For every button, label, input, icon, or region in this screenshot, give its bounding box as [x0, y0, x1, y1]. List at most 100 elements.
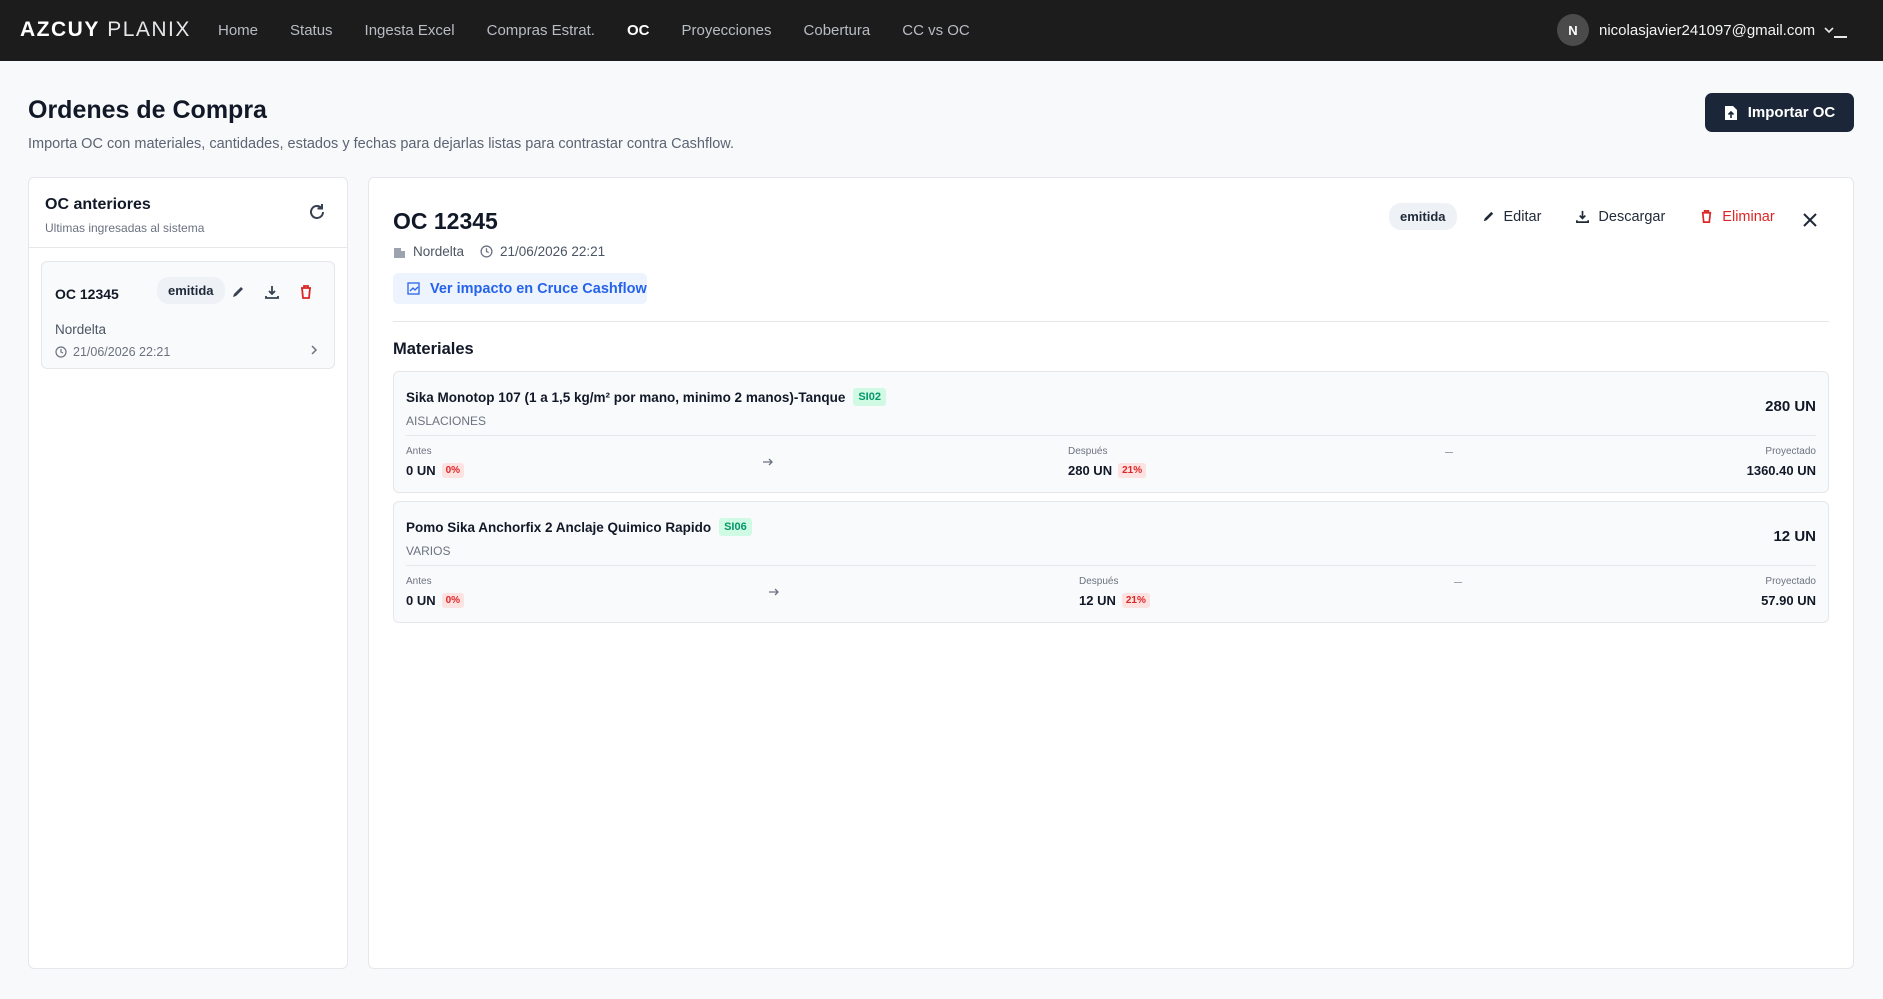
- after-value: 280 UN: [1068, 463, 1113, 478]
- download-icon: [1576, 210, 1590, 223]
- material-card: Pomo Sika Anchorfix 2 Anclaje Quimico Ra…: [393, 501, 1829, 623]
- nav-ingesta-excel[interactable]: Ingesta Excel: [365, 22, 455, 39]
- before-pct-badge: 0%: [441, 463, 465, 478]
- oc-list-item[interactable]: OC 12345 emitida Nordelta 21/06/2026 22:…: [41, 261, 335, 369]
- nav-home[interactable]: Home: [218, 22, 258, 39]
- before-column: Antes 0 UN 0%: [406, 576, 465, 608]
- app-logo[interactable]: AZCUY PLANIX: [20, 18, 191, 42]
- after-label: Después: [1079, 576, 1119, 587]
- clock-icon: [55, 346, 67, 358]
- before-pct-badge: 0%: [441, 593, 465, 608]
- oc-number: OC 12345: [55, 286, 119, 302]
- trash-icon[interactable]: [298, 284, 314, 300]
- projected-label: Proyectado: [1765, 446, 1816, 457]
- nav-oc[interactable]: OC: [627, 22, 650, 39]
- import-oc-button[interactable]: Importar OC: [1705, 93, 1854, 132]
- oc-actions: emitida Editar Descargar Eliminar: [1389, 203, 1809, 230]
- before-label: Antes: [406, 576, 432, 587]
- material-name-text: Sika Monotop 107 (1 a 1,5 kg/m² por mano…: [406, 389, 846, 405]
- refresh-icon[interactable]: [307, 202, 327, 222]
- after-value: 12 UN: [1079, 593, 1116, 608]
- nav-compras-estrat[interactable]: Compras Estrat.: [487, 22, 595, 39]
- material-name: Sika Monotop 107 (1 a 1,5 kg/m² por mano…: [406, 388, 886, 406]
- before-label: Antes: [406, 446, 432, 457]
- projected-label: Proyectado: [1765, 576, 1816, 587]
- divider: [393, 321, 1829, 322]
- delete-label: Eliminar: [1722, 208, 1775, 225]
- page-title: Ordenes de Compra: [28, 96, 267, 124]
- material-qty: 280 UN: [1765, 398, 1816, 415]
- file-upload-icon: [1724, 105, 1737, 120]
- oc-location: Nordelta: [413, 244, 465, 259]
- building-icon: [394, 247, 405, 258]
- import-oc-label: Importar OC: [1747, 104, 1836, 121]
- panel-header: OC anteriores Ultimas ingresadas al sist…: [29, 178, 347, 248]
- download-label: Descargar: [1598, 208, 1666, 225]
- after-column: Después 12 UN 21%: [1079, 576, 1150, 608]
- main-nav: Home Status Ingesta Excel Compras Estrat…: [218, 0, 1002, 61]
- download-button[interactable]: Descargar: [1575, 209, 1665, 225]
- chevron-right-icon: [311, 345, 318, 355]
- user-email: nicolasjavier241097@gmail.com: [1599, 21, 1816, 39]
- projected-value: 57.90 UN: [1761, 593, 1816, 608]
- material-category: VARIOS: [406, 544, 451, 558]
- edit-icon[interactable]: [230, 284, 246, 300]
- minimize-icon[interactable]: [1834, 36, 1847, 38]
- oc-location: Nordelta: [55, 322, 107, 337]
- after-column: Después 280 UN 21%: [1068, 446, 1147, 478]
- material-code-badge: SI02: [853, 388, 886, 406]
- page-subtitle: Importa OC con materiales, cantidades, e…: [28, 136, 735, 152]
- avatar: N: [1557, 14, 1589, 46]
- trash-icon: [1702, 210, 1712, 223]
- after-pct-badge: 21%: [1118, 463, 1147, 478]
- status-badge: emitida: [1389, 203, 1457, 230]
- status-badge: emitida: [157, 277, 225, 304]
- nav-cobertura[interactable]: Cobertura: [804, 22, 871, 39]
- arrow-right-icon: [769, 588, 779, 596]
- chart-icon: [407, 282, 420, 295]
- edit-icon: [1483, 211, 1493, 222]
- oc-date: 21/06/2026 22:21: [500, 244, 606, 259]
- material-card: Sika Monotop 107 (1 a 1,5 kg/m² por mano…: [393, 371, 1829, 493]
- panel-subtitle: Ultimas ingresadas al sistema: [45, 221, 205, 235]
- material-qty: 12 UN: [1773, 528, 1816, 545]
- after-pct-badge: 21%: [1121, 593, 1150, 608]
- nav-status[interactable]: Status: [290, 22, 333, 39]
- material-code-badge: SI06: [719, 518, 752, 536]
- oc-date: 21/06/2026 22:21: [55, 345, 170, 359]
- chevron-down-icon: [1824, 27, 1834, 34]
- download-icon[interactable]: [264, 284, 280, 300]
- view-cashflow-impact-button[interactable]: Ver impacto en Cruce Cashflow: [393, 273, 647, 304]
- projected-value: 1360.40 UN: [1746, 463, 1816, 478]
- nav-cc-vs-oc[interactable]: CC vs OC: [902, 22, 970, 39]
- arrow-right-icon: [763, 458, 773, 466]
- edit-label: Editar: [1503, 208, 1542, 225]
- panel-title: OC anteriores: [45, 196, 151, 213]
- delete-button[interactable]: Eliminar: [1699, 208, 1775, 225]
- edit-button[interactable]: Editar: [1481, 208, 1542, 225]
- before-column: Antes 0 UN 0%: [406, 446, 465, 478]
- material-category: AISLACIONES: [406, 414, 487, 428]
- nav-proyecciones[interactable]: Proyecciones: [681, 22, 771, 39]
- previous-oc-panel: OC anteriores Ultimas ingresadas al sist…: [28, 177, 348, 969]
- dash: [1445, 452, 1453, 453]
- before-value: 0 UN: [406, 593, 436, 608]
- dash: [1454, 582, 1462, 583]
- impact-label: Ver impacto en Cruce Cashflow: [430, 280, 647, 297]
- materials-title: Materiales: [393, 340, 474, 358]
- clock-icon: [480, 245, 493, 258]
- before-value: 0 UN: [406, 463, 436, 478]
- divider: [406, 565, 1816, 566]
- oc-meta: Nordelta 21/06/2026 22:21: [393, 244, 605, 259]
- material-name: Pomo Sika Anchorfix 2 Anclaje Quimico Ra…: [406, 518, 752, 536]
- oc-date-text: 21/06/2026 22:21: [73, 345, 171, 359]
- material-name-text: Pomo Sika Anchorfix 2 Anclaje Quimico Ra…: [406, 519, 712, 535]
- oc-title: OC 12345: [393, 208, 498, 234]
- projected-column: Proyectado 57.90 UN: [1761, 576, 1816, 608]
- top-navbar: AZCUY PLANIX Home Status Ingesta Excel C…: [0, 0, 1883, 61]
- user-menu[interactable]: N nicolasjavier241097@gmail.com: [1557, 14, 1835, 46]
- divider: [406, 435, 1816, 436]
- close-icon[interactable]: [1801, 211, 1819, 229]
- after-label: Después: [1068, 446, 1108, 457]
- projected-column: Proyectado 1360.40 UN: [1747, 446, 1816, 478]
